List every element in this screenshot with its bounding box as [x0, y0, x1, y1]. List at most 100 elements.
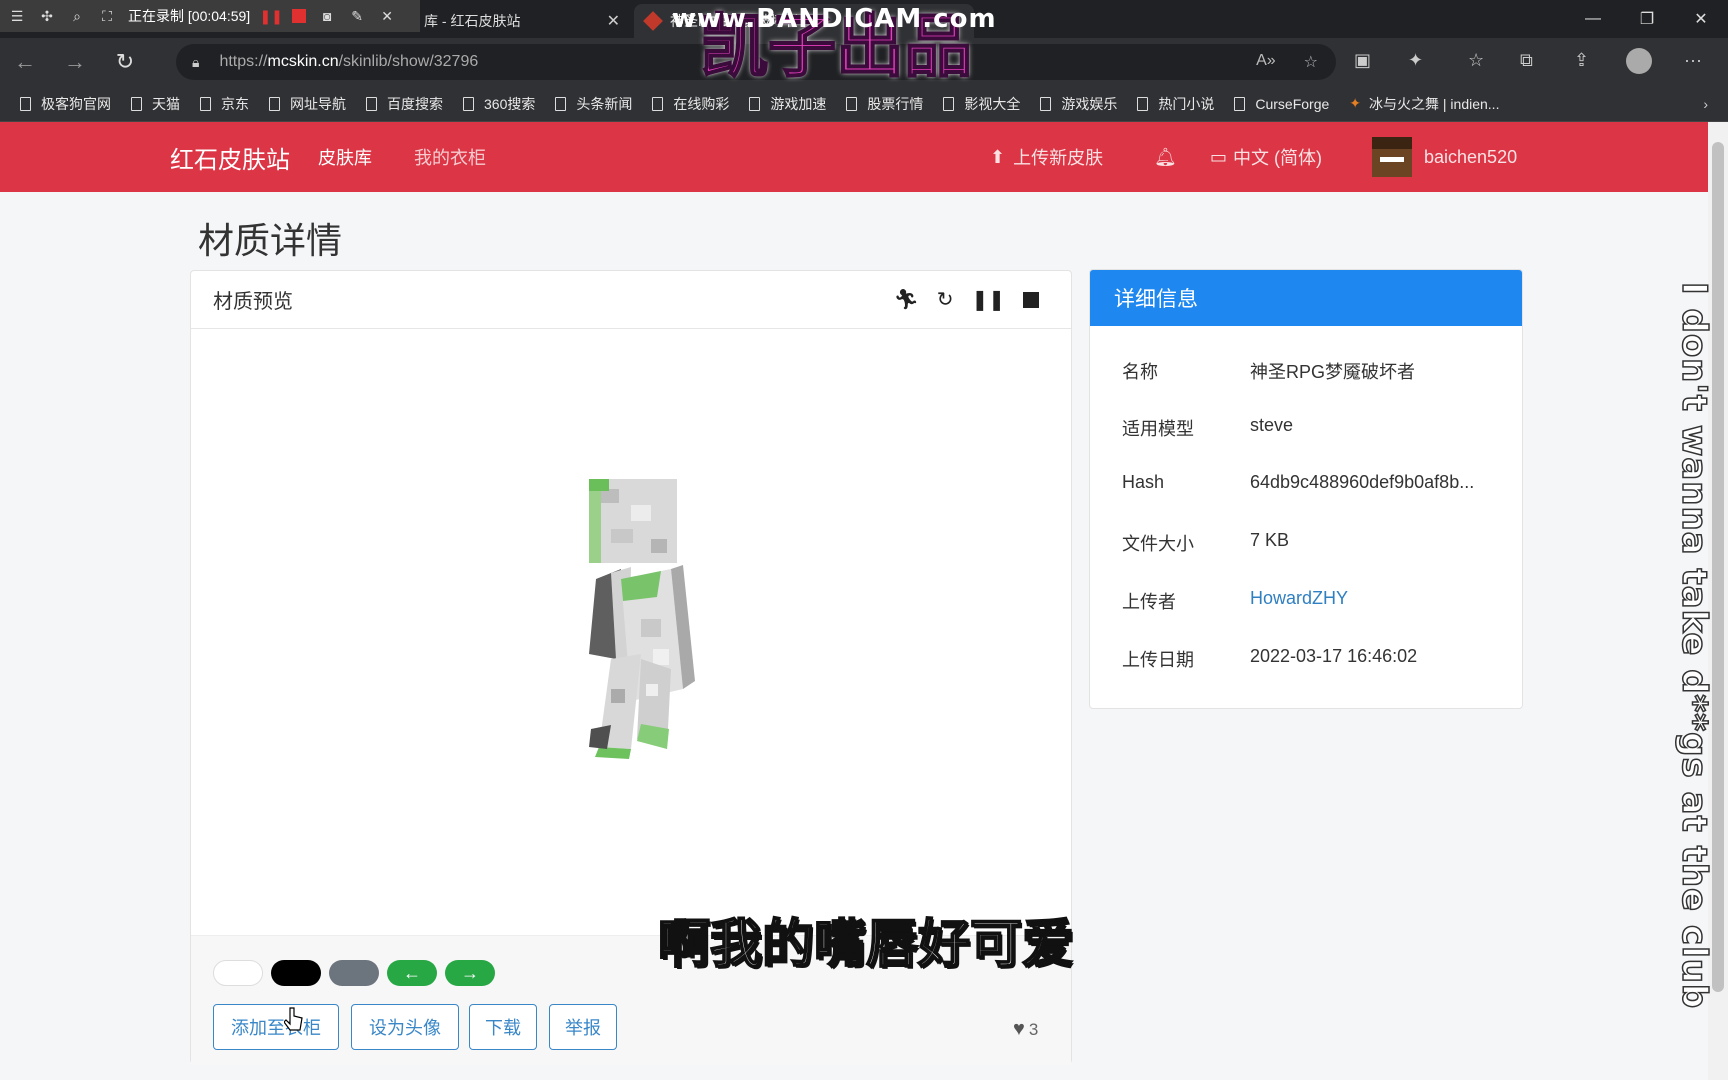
game-site-icon: ✦	[1349, 95, 1362, 111]
pause-recording-icon[interactable]: ❚❚	[259, 7, 282, 25]
detail-key: Hash	[1122, 472, 1165, 492]
detail-value: 2022-03-17 16:46:02	[1250, 646, 1418, 666]
forward-icon[interactable]: →	[50, 38, 100, 86]
region-icon[interactable]: ⛶	[98, 7, 116, 25]
recorder-toolbar: ☰ ✣ ⌕ ⛶ 正在录制 [00:04:59] ❚❚ ◙ ✎ ✕	[0, 0, 420, 32]
chevron-right-icon[interactable]: ›	[1703, 96, 1708, 112]
pen-icon[interactable]: ✎	[348, 7, 366, 25]
set-avatar-button[interactable]: 设为头像	[351, 1004, 459, 1050]
skin-3d-viewer[interactable]	[191, 329, 1071, 935]
arrow-left-icon[interactable]: ←	[387, 960, 437, 986]
close-toolbar-icon[interactable]: ✕	[378, 7, 396, 25]
lyric-caption: I don't wanna take d**gs at the club	[1673, 281, 1715, 1010]
read-aloud-icon[interactable]: A»	[1256, 52, 1276, 72]
download-button[interactable]: 下载	[469, 1004, 537, 1050]
profile-icon[interactable]	[1626, 48, 1652, 79]
tab-close-icon[interactable]: ✕	[607, 11, 620, 31]
page-icon	[200, 96, 211, 111]
restore-icon[interactable]: ❐	[1620, 0, 1674, 38]
bookmark-item[interactable]: 天猫	[131, 94, 180, 114]
url-host: mcskin.cn	[267, 53, 339, 70]
bg-white-swatch[interactable]	[213, 960, 263, 986]
bookmarks-bar: 极客狗官网 天猫 京东 网址导航 百度搜索 360搜索 头条新闻 在线购彩 游戏…	[0, 86, 1728, 122]
bookmark-item[interactable]: 360搜索	[463, 94, 535, 114]
pause-icon[interactable]: ❚❚	[971, 287, 1005, 312]
bookmark-item[interactable]: 在线购彩	[652, 94, 729, 114]
page-icon	[846, 96, 858, 111]
detail-key: 名称	[1122, 362, 1158, 382]
puzzle-icon[interactable]: ✦	[1408, 50, 1423, 71]
detail-key: 上传者	[1122, 592, 1176, 612]
bookmark-item[interactable]: 网址导航	[269, 94, 346, 114]
language-icon: ▭	[1210, 146, 1228, 167]
lock-icon: 🔒︎	[192, 53, 200, 70]
uploader-link[interactable]: HowardZHY	[1250, 588, 1348, 614]
page-icon	[366, 96, 377, 111]
bookmark-item[interactable]: CurseForge	[1234, 96, 1329, 112]
collapse-icon[interactable]: ✣	[38, 7, 56, 25]
detail-row-name: 名称 神圣RPG梦魇破坏者	[1122, 358, 1415, 384]
page-icon	[555, 96, 567, 111]
collections-icon[interactable]: ⧉	[1520, 50, 1533, 71]
more-icon[interactable]: ···	[1684, 50, 1702, 71]
camera-icon[interactable]: ◙	[318, 7, 336, 25]
bell-icon[interactable]: 🔔︎	[1154, 147, 1177, 168]
refresh-icon[interactable]: ↻	[100, 38, 150, 86]
mouse-cursor-icon	[284, 1007, 303, 1031]
favorite-add-icon[interactable]: ☆	[1304, 52, 1318, 72]
detail-row-hash: Hash 64db9c488960def9b0af8b...	[1122, 472, 1474, 493]
browser-tab-skinstation[interactable]: 库 - 红石皮肤站 ✕	[412, 4, 632, 38]
bandicam-watermark: www.BANDICAM.com	[672, 4, 997, 34]
report-button[interactable]: 举报	[549, 1004, 617, 1050]
bookmark-item[interactable]: 热门小说	[1137, 94, 1214, 114]
language-label: 中文 (简体)	[1233, 148, 1323, 168]
bookmark-item[interactable]: 头条新闻	[555, 94, 632, 114]
upload-label: 上传新皮肤	[1013, 148, 1104, 168]
bookmark-item[interactable]: 百度搜索	[366, 94, 443, 114]
rotate-icon[interactable]: ↻	[937, 287, 954, 312]
share-icon[interactable]: ⇪	[1574, 50, 1589, 71]
bg-gray-swatch[interactable]	[329, 960, 379, 986]
detail-value: 7 KB	[1250, 530, 1290, 550]
page-icon	[131, 96, 142, 111]
bookmark-item[interactable]: 极客狗官网	[20, 94, 111, 114]
site-favicon-icon	[643, 11, 663, 31]
subtitle-caption: 啊我的嘴唇好可爱	[657, 914, 1075, 976]
bookmark-item[interactable]: 股票行情	[846, 94, 923, 114]
likes-counter[interactable]: ♥ 3	[1013, 1018, 1038, 1041]
close-window-icon[interactable]: ✕	[1674, 0, 1728, 38]
bookmark-item[interactable]: 游戏加速	[749, 94, 826, 114]
arrow-right-icon[interactable]: →	[445, 960, 495, 986]
bookmark-item[interactable]: 影视大全	[943, 94, 1020, 114]
search-window-icon[interactable]: ⌕	[68, 7, 86, 25]
avatar	[1372, 137, 1412, 177]
favorites-icon[interactable]: ☆	[1468, 50, 1484, 71]
detail-value: 神圣RPG梦魇破坏者	[1250, 362, 1416, 382]
language-selector[interactable]: ▭ 中文 (简体)	[1210, 144, 1322, 170]
page-icon	[269, 96, 280, 111]
nav-skinlib[interactable]: 皮肤库	[318, 144, 372, 170]
nav-closet[interactable]: 我的衣柜	[414, 144, 486, 170]
page-icon	[1234, 96, 1246, 111]
minimize-icon[interactable]: —	[1566, 0, 1620, 38]
stop-icon[interactable]	[1023, 291, 1039, 308]
bg-black-swatch[interactable]	[271, 960, 321, 986]
add-to-closet-button[interactable]: 添加至衣柜	[213, 1004, 339, 1050]
extension-icon[interactable]: ▣	[1354, 50, 1371, 71]
details-card-header: 详细信息	[1090, 270, 1522, 326]
bookmark-item[interactable]: ✦ 冰与火之舞 | indien...	[1349, 94, 1499, 114]
site-brand[interactable]: 红石皮肤站	[170, 140, 290, 175]
bookmark-item[interactable]: 游戏娱乐	[1040, 94, 1117, 114]
page-title: 材质详情	[198, 220, 343, 261]
username: baichen520	[1424, 146, 1518, 167]
upload-skin-link[interactable]: ⬆ 上传新皮肤	[990, 144, 1103, 170]
skin-head	[589, 479, 677, 563]
bookmark-item[interactable]: 京东	[200, 94, 249, 114]
stop-recording-icon[interactable]	[292, 9, 307, 23]
back-icon[interactable]: ←	[0, 38, 50, 86]
run-animation-icon[interactable]: 🏃︎	[893, 287, 918, 312]
detail-row-filesize: 文件大小 7 KB	[1122, 530, 1289, 556]
user-menu[interactable]: baichen520	[1372, 137, 1517, 177]
detail-row-model: 适用模型 steve	[1122, 415, 1293, 441]
menu-icon[interactable]: ☰	[8, 7, 26, 25]
